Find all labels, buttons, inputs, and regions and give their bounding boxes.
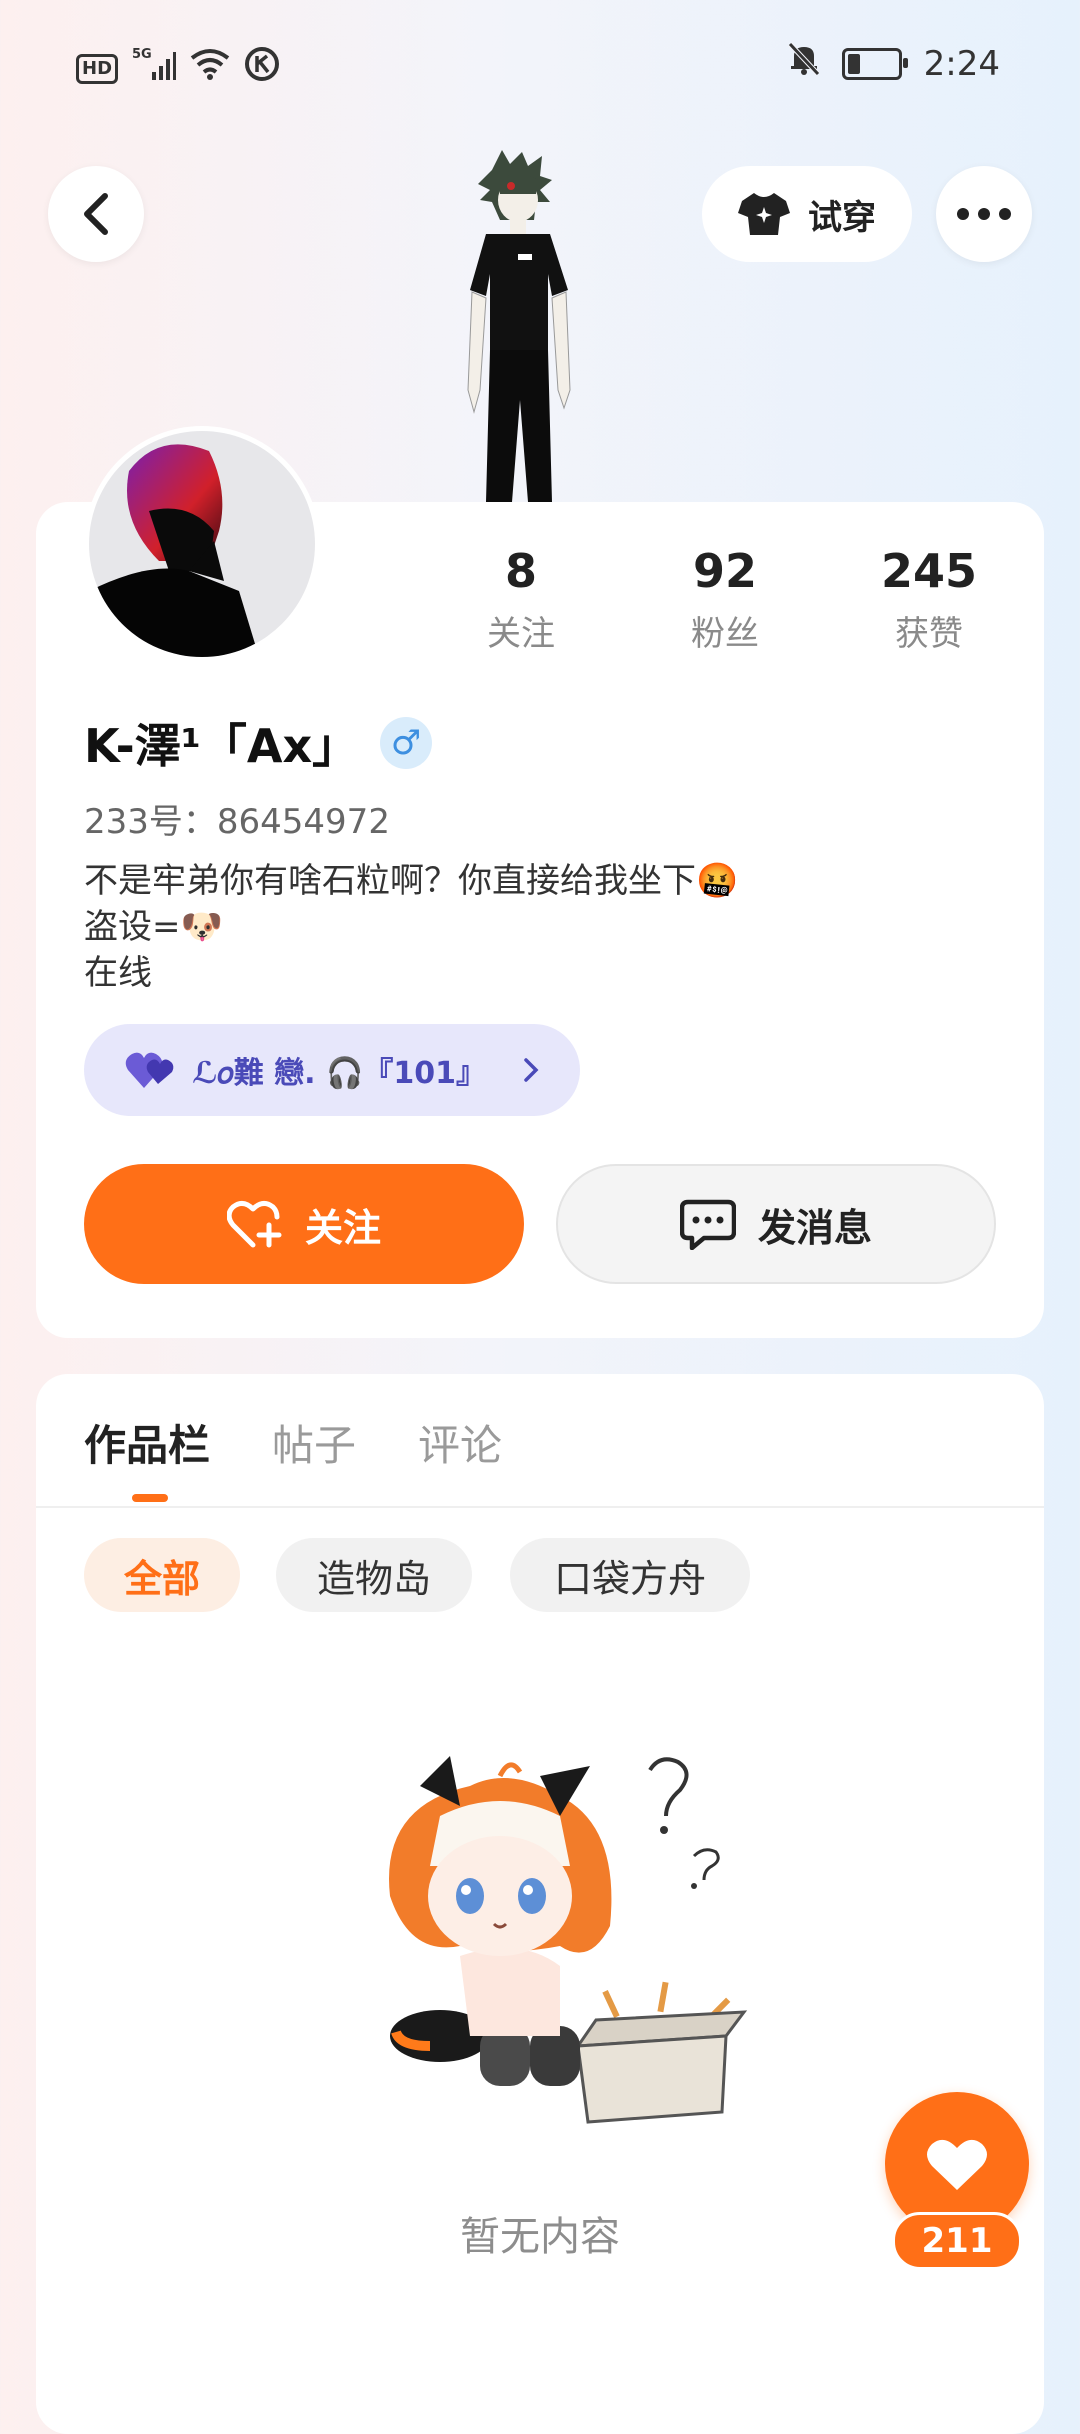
heart-icon bbox=[927, 2139, 987, 2190]
chevron-left-icon bbox=[84, 193, 108, 235]
tab-label: 作品栏 bbox=[84, 1421, 211, 1470]
tab-indicator bbox=[132, 1494, 168, 1502]
bio: 不是牢弟你有啥石粒啊？你直接给我坐下🤬 盗设=🐶 在线 bbox=[84, 858, 944, 996]
bio-line: 不是牢弟你有啥石粒啊？你直接给我坐下🤬 bbox=[84, 861, 739, 901]
signal-icon: 5G bbox=[132, 46, 177, 91]
user-id: 233号：86454972 bbox=[84, 802, 390, 842]
clock: 2:24 bbox=[923, 43, 1000, 84]
follow-label: 关注 bbox=[304, 1205, 381, 1250]
stat-following[interactable]: 8 关注 bbox=[436, 544, 606, 655]
double-heart-icon bbox=[125, 1052, 174, 1088]
username: K-澤¹「Ax」 bbox=[84, 719, 359, 773]
tab-bar: 作品栏 帖子 评论 bbox=[84, 1412, 502, 1502]
chevron-right-icon bbox=[524, 1058, 539, 1082]
like-count-badge: 211 bbox=[892, 2212, 1022, 2270]
gender-male-icon: ♂ bbox=[380, 717, 433, 769]
chat-bubble-icon bbox=[679, 1199, 736, 1250]
chip-pocket-ark[interactable]: 口袋方舟 bbox=[510, 1538, 750, 1612]
stat-followers[interactable]: 92 粉丝 bbox=[640, 544, 810, 655]
tab-divider bbox=[36, 1506, 1044, 1508]
more-options-button[interactable] bbox=[936, 166, 1032, 262]
tab-posts[interactable]: 帖子 bbox=[272, 1412, 356, 1473]
tab-works[interactable]: 作品栏 bbox=[84, 1412, 211, 1502]
stat-value: 92 bbox=[692, 544, 757, 598]
stat-label: 获赞 bbox=[895, 614, 963, 654]
svg-text:5G: 5G bbox=[132, 47, 152, 62]
battery-icon bbox=[841, 47, 908, 80]
avatar-3d-character[interactable] bbox=[440, 150, 600, 502]
tab-comments[interactable]: 评论 bbox=[418, 1412, 502, 1473]
more-dots-icon bbox=[957, 208, 1011, 220]
stat-label: 关注 bbox=[487, 614, 555, 654]
status-bar: HD 5G 2:24 bbox=[0, 38, 1080, 88]
stats-row: 8 关注 92 粉丝 245 获赞 bbox=[436, 544, 1014, 655]
bio-line: 盗设=🐶 bbox=[84, 907, 223, 947]
hd-indicator: HD bbox=[76, 53, 119, 84]
stat-value: 245 bbox=[880, 544, 978, 598]
avatar[interactable] bbox=[84, 426, 320, 662]
relation-tag-label: ℒ𝑜難 戀. 🎧『101』 bbox=[192, 1056, 486, 1091]
wifi-icon bbox=[190, 48, 230, 89]
stat-value: 8 bbox=[504, 544, 537, 598]
follow-button[interactable]: 关注 bbox=[84, 1164, 524, 1284]
heart-plus-icon bbox=[226, 1201, 282, 1248]
try-on-label: 试穿 bbox=[808, 197, 876, 238]
mute-bell-icon bbox=[787, 42, 820, 85]
try-on-button[interactable]: 试穿 bbox=[702, 166, 912, 262]
stat-label: 粉丝 bbox=[691, 614, 759, 654]
avatar-image bbox=[89, 431, 315, 657]
message-label: 发消息 bbox=[757, 1205, 872, 1250]
tshirt-icon bbox=[738, 193, 790, 235]
empty-state-illustration bbox=[360, 1746, 760, 2146]
back-button[interactable] bbox=[48, 166, 144, 262]
stat-likes[interactable]: 245 获赞 bbox=[844, 544, 1014, 655]
k-app-icon bbox=[244, 46, 280, 91]
chip-all[interactable]: 全部 bbox=[84, 1538, 240, 1612]
name-row: K-澤¹「Ax」 ♂ bbox=[84, 710, 433, 776]
bio-line: 在线 bbox=[84, 953, 152, 993]
chip-creation-island[interactable]: 造物岛 bbox=[276, 1538, 472, 1612]
message-button[interactable]: 发消息 bbox=[556, 1164, 996, 1284]
relation-tag[interactable]: ℒ𝑜難 戀. 🎧『101』 bbox=[84, 1024, 580, 1116]
